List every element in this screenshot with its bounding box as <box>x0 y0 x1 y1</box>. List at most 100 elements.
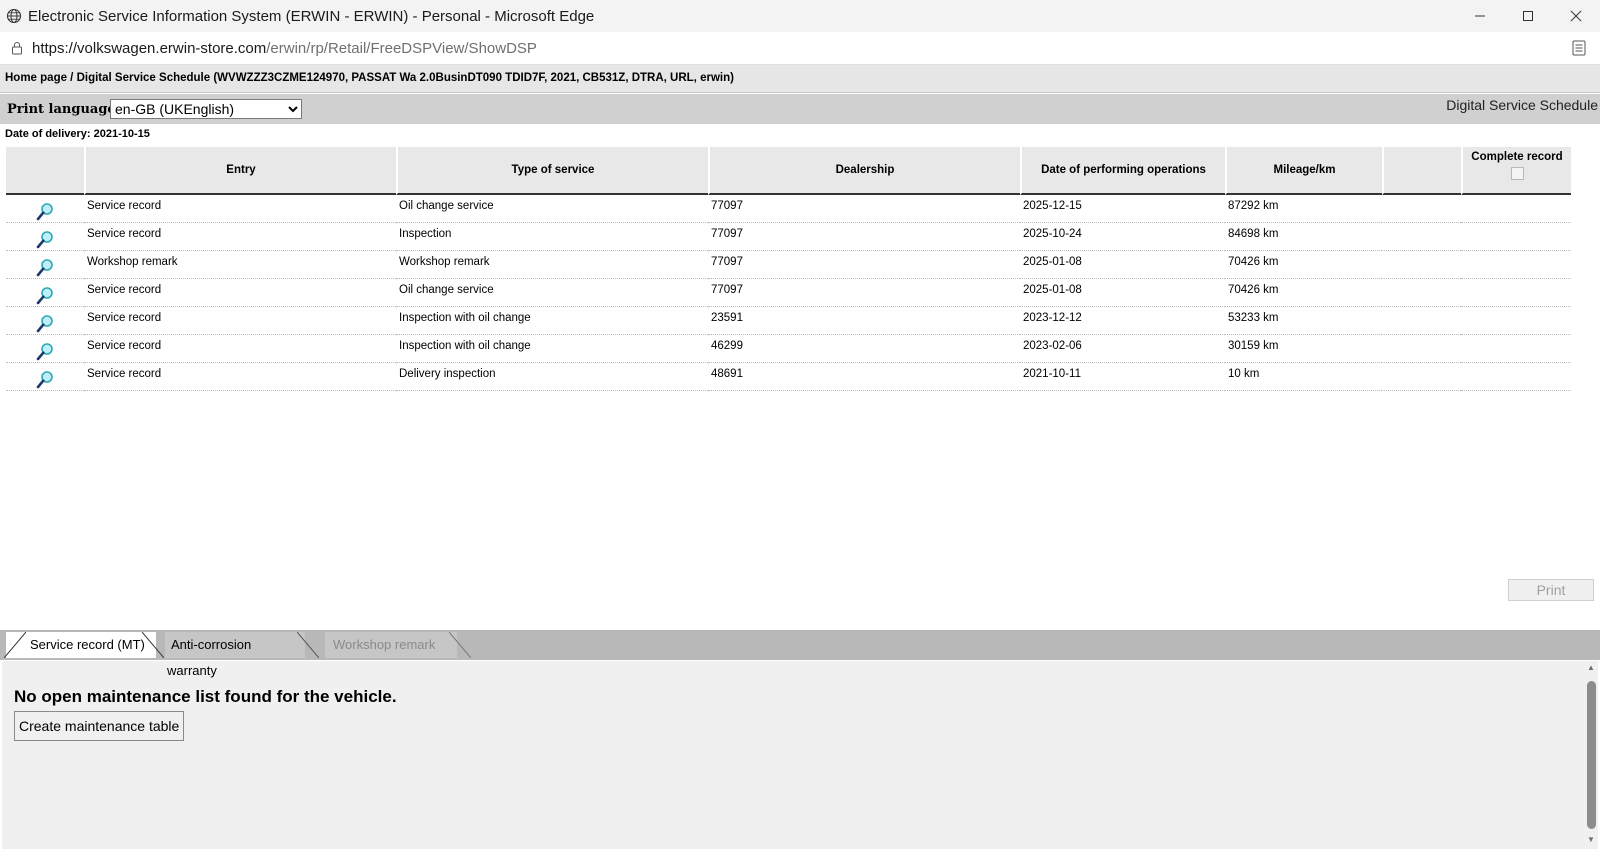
section-title: Digital Service Schedule <box>1446 97 1598 113</box>
cell-text: 2023-02-06 <box>1023 339 1082 352</box>
magnifier-icon[interactable] <box>36 286 54 306</box>
table-row[interactable]: Service record Inspection 77097 2025-10-24 8… <box>6 223 1571 251</box>
maximize-button[interactable] <box>1504 0 1552 32</box>
view-cell[interactable] <box>6 195 84 223</box>
entry-cell: Service record <box>84 307 396 335</box>
close-button[interactable] <box>1552 0 1600 32</box>
magnifier-icon[interactable] <box>36 342 54 362</box>
print-language-select[interactable]: en-GB (UKEnglish) <box>110 99 302 119</box>
service-schedule-table: Entry Type of service Dealership Date of… <box>6 147 1571 391</box>
type-cell: Inspection <box>396 223 708 251</box>
create-maintenance-table-button[interactable]: Create maintenance table <box>14 711 185 741</box>
vertical-scrollbar[interactable]: ▲ ▼ <box>1585 661 1598 849</box>
lock-icon <box>12 42 22 55</box>
table-row[interactable]: Service record Inspection with oil change… <box>6 335 1571 363</box>
tab-anti-corrosion-warranty[interactable]: Anti-corrosion warranty <box>165 632 319 678</box>
dealership-cell: 77097 <box>708 195 1020 223</box>
cell-text: 77097 <box>711 199 743 212</box>
mileage-cell: 10 km <box>1225 363 1382 391</box>
view-cell[interactable] <box>6 251 84 279</box>
magnifier-icon[interactable] <box>36 258 54 278</box>
reader-mode-icon[interactable] <box>1572 40 1586 56</box>
dealership-cell: 77097 <box>708 251 1020 279</box>
entry-cell: Service record <box>84 335 396 363</box>
type-cell: Inspection with oil change <box>396 307 708 335</box>
blank-cell <box>1382 223 1461 251</box>
cell-text: 10 km <box>1228 367 1260 380</box>
header-mileage[interactable]: Mileage/km <box>1225 147 1382 195</box>
table-row[interactable]: Service record Oil change service 77097 202… <box>6 279 1571 307</box>
cell-text: 77097 <box>711 227 743 240</box>
scrollbar-thumb[interactable] <box>1587 681 1596 829</box>
print-language-bar: Print language: en-GB (UKEnglish) Digita… <box>0 94 1600 124</box>
header-view <box>6 147 84 195</box>
header-type-of-service[interactable]: Type of service <box>396 147 708 195</box>
complete-record-checkbox[interactable] <box>1510 167 1524 180</box>
delivery-date: Date of delivery: 2021-10-15 <box>5 128 150 140</box>
print-language-label: Print language: <box>7 102 121 117</box>
table-header-row: Entry Type of service Dealership Date of… <box>6 147 1571 195</box>
cell-text: Oil change service <box>399 283 494 296</box>
dealership-cell: 77097 <box>708 223 1020 251</box>
view-cell[interactable] <box>6 307 84 335</box>
scroll-down-icon[interactable]: ▼ <box>1587 835 1595 844</box>
scroll-up-icon[interactable]: ▲ <box>1587 663 1595 672</box>
address-bar[interactable]: https://volkswagen.erwin-store.com/erwin… <box>0 32 1600 65</box>
type-cell: Oil change service <box>396 279 708 307</box>
url-host: https://volkswagen.erwin-store.com <box>32 39 267 57</box>
magnifier-icon[interactable] <box>36 314 54 334</box>
cell-text: 70426 km <box>1228 283 1279 296</box>
url-text[interactable]: https://volkswagen.erwin-store.com/erwin… <box>32 40 537 57</box>
tab-workshop-remark[interactable]: Workshop remark <box>325 632 471 658</box>
view-cell[interactable] <box>6 223 84 251</box>
header-blank <box>1382 147 1461 195</box>
magnifier-icon[interactable] <box>36 202 54 222</box>
table-row[interactable]: Service record Inspection with oil change… <box>6 307 1571 335</box>
view-cell[interactable] <box>6 363 84 391</box>
dealership-cell: 46299 <box>708 335 1020 363</box>
table-row[interactable]: Workshop remark Workshop remark 77097 2025-… <box>6 251 1571 279</box>
mileage-cell: 53233 km <box>1225 307 1382 335</box>
cell-text: 30159 km <box>1228 339 1279 352</box>
cell-text: Workshop remark <box>87 255 178 268</box>
tab-label: Service record (MT) <box>30 637 145 652</box>
cell-text: Workshop remark <box>399 255 490 268</box>
blank-cell <box>1382 279 1461 307</box>
view-cell[interactable] <box>6 279 84 307</box>
globe-icon <box>6 8 22 24</box>
print-button[interactable]: Print <box>1508 579 1594 601</box>
cell-text: 84698 km <box>1228 227 1279 240</box>
view-cell[interactable] <box>6 335 84 363</box>
cell-text: 77097 <box>711 283 743 296</box>
cell-text: Delivery inspection <box>399 367 496 380</box>
cell-text: 2025-10-24 <box>1023 227 1082 240</box>
mileage-cell: 87292 km <box>1225 195 1382 223</box>
minimize-button[interactable] <box>1456 0 1504 32</box>
header-entry[interactable]: Entry <box>84 147 396 195</box>
magnifier-icon[interactable] <box>36 230 54 250</box>
header-date[interactable]: Date of performing operations <box>1020 147 1225 195</box>
mileage-cell: 30159 km <box>1225 335 1382 363</box>
table-row[interactable]: Service record Delivery inspection 48691 20… <box>6 363 1571 391</box>
date-cell: 2021-10-11 <box>1020 363 1225 391</box>
cell-text: Inspection with oil change <box>399 339 531 352</box>
cell-text: 23591 <box>711 311 743 324</box>
cell-text: Inspection <box>399 227 452 240</box>
cell-text: Service record <box>87 283 162 296</box>
blank-cell <box>1382 195 1461 223</box>
maintenance-pane: No open maintenance list found for the v… <box>2 661 1585 849</box>
header-complete-record: Complete record <box>1461 147 1571 195</box>
minimize-icon <box>1475 15 1485 17</box>
cell-text: 70426 km <box>1228 255 1279 268</box>
window-titlebar: Electronic Service Information System (E… <box>0 0 1600 32</box>
tab-service-record[interactable]: Service record (MT) <box>4 632 164 658</box>
complete-cell <box>1461 195 1571 223</box>
type-cell: Workshop remark <box>396 251 708 279</box>
header-dealership[interactable]: Dealership <box>708 147 1020 195</box>
cell-text: 2025-12-15 <box>1023 199 1082 212</box>
cell-text: 46299 <box>711 339 743 352</box>
table-row[interactable]: Service record Oil change service 77097 202… <box>6 195 1571 223</box>
cell-text: Service record <box>87 339 162 352</box>
cell-text: 48691 <box>711 367 743 380</box>
magnifier-icon[interactable] <box>36 370 54 390</box>
